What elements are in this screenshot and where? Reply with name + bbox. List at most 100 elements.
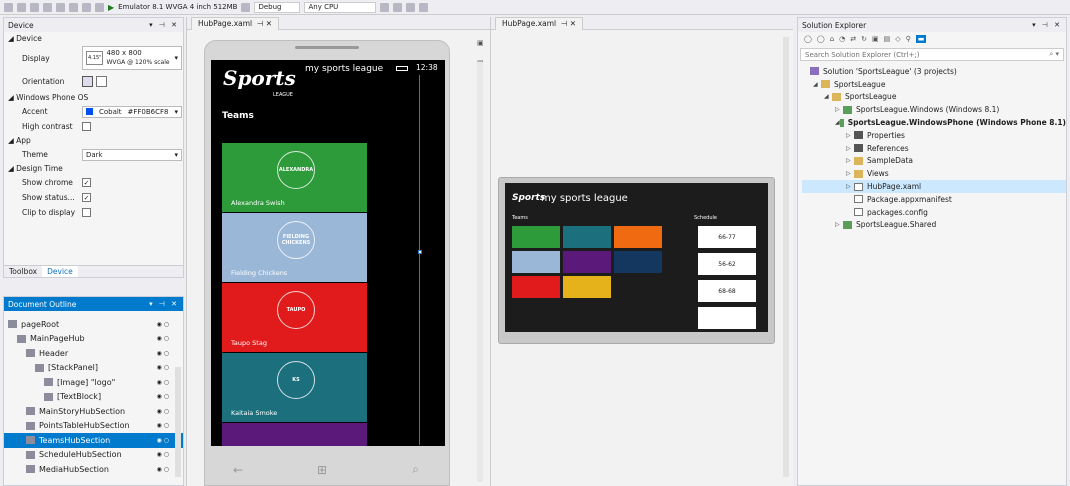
solution-item[interactable]: ◢ SportsLeague: [802, 78, 1066, 91]
outline-item[interactable]: MediaHubSection ◉ ○: [4, 462, 183, 477]
tablet-team-tile[interactable]: [563, 251, 611, 273]
visibility-icon[interactable]: ◉ ○: [157, 451, 169, 458]
theme-select[interactable]: Dark ▾: [82, 148, 182, 161]
clip-display-checkbox[interactable]: [82, 208, 91, 217]
solution-item[interactable]: ▷ SportsLeague.Windows (Windows 8.1): [802, 103, 1066, 116]
zoom-fit-icon[interactable]: ▣: [477, 39, 487, 47]
visibility-icon[interactable]: ◉ ○: [157, 466, 169, 473]
visibility-icon[interactable]: ◉ ○: [157, 335, 169, 342]
solution-search-input[interactable]: Search Solution Explorer (Ctrl+;) ⌕ ▾: [800, 48, 1064, 61]
solution-item[interactable]: ▷ Views: [802, 167, 1066, 180]
solution-item[interactable]: ◢ SportsLeague: [802, 91, 1066, 104]
tab-toolbox[interactable]: Toolbox: [4, 266, 42, 277]
tablet-team-tile[interactable]: [563, 226, 611, 248]
team-tile[interactable]: KS Kaitaia Smoke: [222, 353, 367, 422]
expand-arrow-icon[interactable]: ▷: [846, 170, 854, 177]
tablet-team-tile[interactable]: [512, 226, 560, 248]
visibility-icon[interactable]: ◉ ○: [157, 350, 169, 357]
high-contrast-checkbox[interactable]: [82, 122, 91, 131]
outline-item[interactable]: [StackPanel] ◉ ○: [4, 361, 183, 376]
solution-item[interactable]: ▷ HubPage.xaml: [802, 180, 1066, 193]
landscape-toggle[interactable]: [96, 75, 107, 87]
tablet-team-tile[interactable]: [614, 226, 662, 248]
expand-arrow-icon[interactable]: ▷: [846, 183, 854, 190]
start-debug-icon[interactable]: ▶: [108, 3, 114, 12]
tablet-scrollbar[interactable]: [783, 37, 789, 477]
outline-item[interactable]: MainStoryHubSection ◉ ○: [4, 404, 183, 419]
emulator-selector[interactable]: Emulator 8.1 WVGA 4 inch 512MB: [118, 3, 237, 11]
section-device[interactable]: ◢ Device: [4, 32, 183, 45]
doc-tab-hubpage[interactable]: HubPage.xaml ⊣ ✕: [191, 16, 280, 30]
back-icon[interactable]: [4, 2, 13, 12]
section-app[interactable]: ◢ App: [4, 134, 183, 147]
sync-icon[interactable]: ⇄: [850, 35, 856, 43]
preview-icon[interactable]: ▬: [915, 35, 927, 43]
undo-icon[interactable]: [82, 2, 91, 12]
pending-changes-icon[interactable]: ◔: [839, 35, 845, 43]
refresh-icon[interactable]: ↻: [861, 35, 867, 43]
open-icon[interactable]: [43, 2, 52, 12]
show-all-icon[interactable]: ▤: [884, 35, 891, 43]
solution-item[interactable]: ▷ SampleData: [802, 155, 1066, 168]
outline-item[interactable]: pageRoot ◉ ○: [4, 317, 183, 332]
properties-icon[interactable]: ⚲: [906, 35, 911, 43]
doc-tab-hubpage-right[interactable]: HubPage.xaml ⊣ ✕: [495, 16, 584, 30]
search-key-icon[interactable]: ⌕: [412, 462, 419, 477]
tab-device[interactable]: Device: [42, 266, 78, 277]
back-icon[interactable]: ◯: [804, 35, 812, 43]
schedule-item[interactable]: 56-62: [698, 253, 756, 275]
panel-pin-icon[interactable]: ▾ ⊣ ✕: [149, 300, 179, 308]
outline-item[interactable]: MainPageHub ◉ ○: [4, 332, 183, 347]
tablet-team-tile[interactable]: [512, 276, 560, 298]
home-icon[interactable]: ⌂: [830, 35, 834, 43]
team-tile[interactable]: [222, 423, 367, 446]
outline-item[interactable]: ScheduleHubSection ◉ ○: [4, 448, 183, 463]
team-tile[interactable]: ALEXANDRA Alexandra Swish: [222, 143, 367, 212]
outline-item[interactable]: PointsTableHubSection ◉ ○: [4, 419, 183, 434]
collapse-all-icon[interactable]: ▣: [872, 35, 879, 43]
visibility-icon[interactable]: ◉ ○: [157, 393, 169, 400]
accent-select[interactable]: Cobalt #FF0B6CF8 ▾: [82, 105, 182, 118]
bookmark-icon[interactable]: [419, 2, 429, 12]
solution-item[interactable]: ▷ Properties: [802, 129, 1066, 142]
outline-scrollbar[interactable]: [175, 367, 181, 477]
solution-item[interactable]: ▷ SportsLeague.Shared: [802, 219, 1066, 232]
visibility-icon[interactable]: ◉ ○: [157, 364, 169, 371]
new-project-icon[interactable]: [30, 2, 39, 12]
solution-item[interactable]: Solution 'SportsLeague' (3 projects): [802, 65, 1066, 78]
section-design-time[interactable]: ◢ Design Time: [4, 162, 183, 175]
solution-item[interactable]: Package.appxmanifest: [802, 193, 1066, 206]
schedule-item[interactable]: 68-68: [698, 280, 756, 302]
schedule-item[interactable]: [698, 307, 756, 329]
tablet-team-tile[interactable]: [614, 251, 662, 273]
platform-select[interactable]: Any CPU: [304, 1, 377, 13]
view-code-icon[interactable]: ◇: [895, 35, 900, 43]
expand-arrow-icon[interactable]: ▷: [846, 132, 854, 139]
tablet-team-tile[interactable]: [512, 251, 560, 273]
configuration-select[interactable]: Debug: [254, 1, 301, 13]
redo-icon[interactable]: [95, 2, 104, 12]
expand-arrow-icon[interactable]: ◢: [824, 93, 832, 100]
back-key-icon[interactable]: ←: [233, 463, 243, 477]
show-chrome-checkbox[interactable]: ✓: [82, 178, 91, 187]
forward-icon[interactable]: [17, 2, 26, 12]
forward-icon[interactable]: ◯: [817, 35, 825, 43]
team-tile[interactable]: FIELDING CHICKENS Fielding Chickens: [222, 213, 367, 282]
visibility-icon[interactable]: ◉ ○: [157, 408, 169, 415]
start-key-icon[interactable]: ⊞: [317, 463, 327, 477]
format-icon[interactable]: [393, 2, 403, 12]
expand-arrow-icon[interactable]: ▷: [846, 157, 854, 164]
visibility-icon[interactable]: ◉ ○: [157, 379, 169, 386]
outline-item[interactable]: Header ◉ ○: [4, 346, 183, 361]
find-icon[interactable]: [380, 2, 390, 12]
save-icon[interactable]: [56, 2, 65, 12]
team-tile[interactable]: TAUPO Taupo Stag: [222, 283, 367, 352]
phone-scrollbar[interactable]: [477, 62, 483, 482]
visibility-icon[interactable]: ◉ ○: [157, 321, 169, 328]
save-all-icon[interactable]: [69, 2, 78, 12]
resize-handle[interactable]: [418, 250, 422, 254]
expand-arrow-icon[interactable]: ▷: [835, 106, 843, 113]
schedule-item[interactable]: 66-77: [698, 226, 756, 248]
display-select[interactable]: 4.15" 480 x 800 WVGA @ 120% scale ▾: [82, 46, 182, 70]
expand-arrow-icon[interactable]: ◢: [813, 81, 821, 88]
